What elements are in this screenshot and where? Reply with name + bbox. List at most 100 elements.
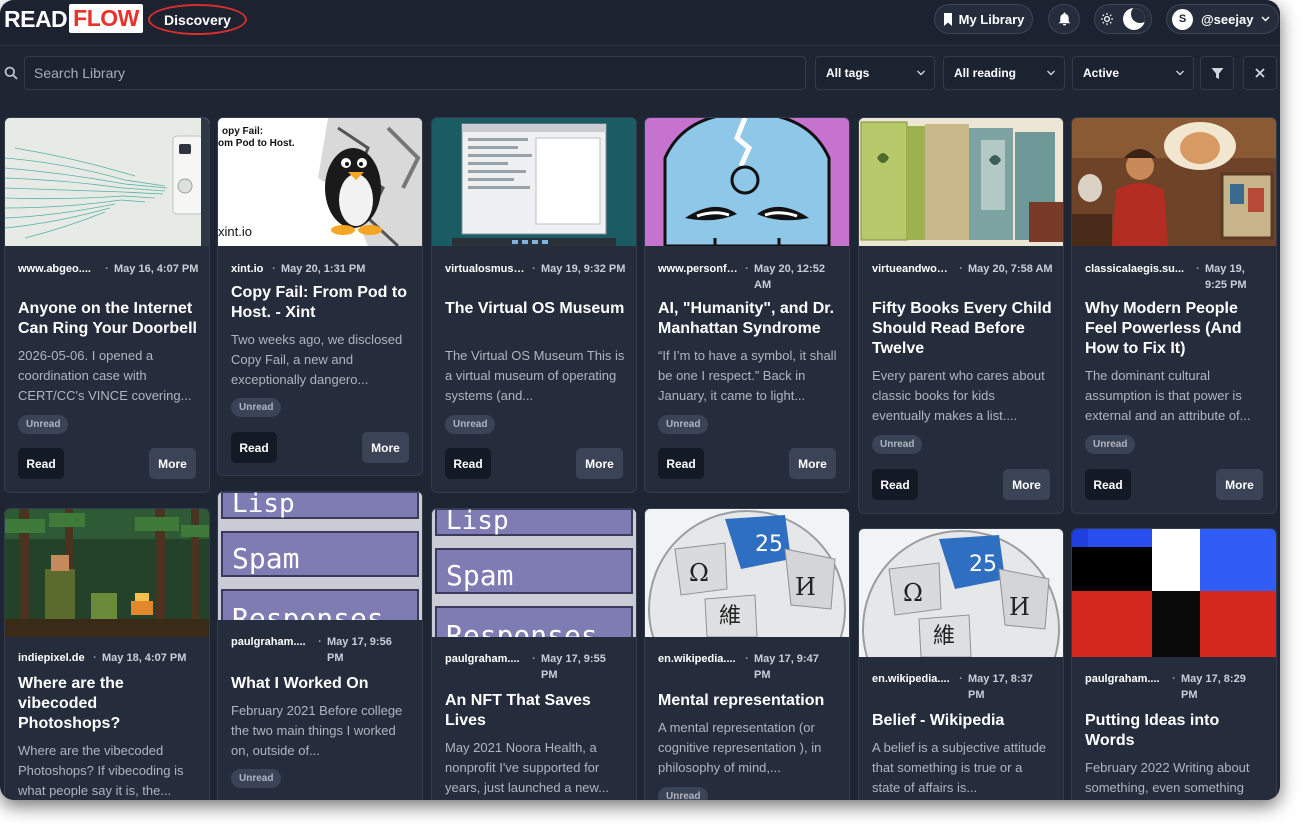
status-badge: Unread — [231, 398, 282, 417]
read-button[interactable]: Read — [658, 448, 704, 479]
article-card[interactable]: Lisp Spam Responses paulgraham.... · May… — [217, 491, 423, 800]
article-thumbnail[interactable] — [859, 118, 1063, 246]
article-meta: paulgraham.... · May 17, 9:55 PM — [445, 651, 621, 683]
article-title[interactable]: The Virtual OS Museum — [445, 299, 627, 319]
article-card[interactable]: 25 Ω И 維 en.wikipedia.... · May 17, 8:37… — [858, 528, 1064, 800]
article-excerpt: May 2021 Noora Health, a nonprofit I've … — [445, 738, 627, 798]
tags-select[interactable]: All tags — [815, 56, 935, 90]
search-input[interactable] — [24, 56, 806, 90]
article-card[interactable]: www.abgeo.... · May 16, 4:07 PM Anyone o… — [4, 117, 210, 493]
article-thumbnail[interactable] — [1072, 118, 1276, 246]
article-excerpt: 2026-05-06. I opened a coordination case… — [18, 346, 200, 406]
article-thumbnail[interactable]: 25 Ω И 維 — [645, 509, 849, 637]
thumb-text: Spam — [232, 542, 299, 575]
article-thumbnail[interactable]: 25 Ω И 維 — [859, 529, 1063, 657]
article-card[interactable]: classicalaegis.su... · May 19, 9:25 PM W… — [1071, 117, 1277, 514]
more-button[interactable]: More — [1003, 469, 1050, 500]
article-meta: xint.io · May 20, 1:31 PM — [231, 261, 391, 277]
article-card[interactable]: 25 Ω И 維 en.wikipedia.... · May 17, 9:47… — [644, 508, 850, 800]
status-badge: Unread — [658, 787, 709, 800]
more-button[interactable]: More — [149, 448, 196, 479]
my-library-button[interactable]: My Library — [934, 4, 1033, 34]
more-button[interactable]: More — [362, 432, 409, 463]
meta-separator: · — [532, 263, 536, 275]
article-thumbnail[interactable] — [5, 118, 209, 246]
more-button[interactable]: More — [789, 448, 836, 479]
chevron-down-icon — [1261, 16, 1270, 22]
article-card[interactable]: opy Fail: om Pod to Host. xint.io xint.i… — [217, 117, 423, 476]
article-title[interactable]: Mental representation — [658, 691, 840, 711]
article-date: May 17, 8:29 PM — [1181, 673, 1246, 701]
article-thumbnail[interactable] — [645, 118, 849, 246]
reading-select[interactable]: All reading — [943, 56, 1065, 90]
filter-bar: All tags All reading Active — [0, 47, 1280, 100]
thumb-text: 維 — [719, 604, 741, 629]
article-thumbnail[interactable] — [1072, 529, 1276, 657]
article-title[interactable]: Why Modern People Feel Powerless (And Ho… — [1085, 299, 1267, 359]
meta-separator: · — [93, 652, 97, 664]
article-title[interactable]: Fifty Books Every Child Should Read Befo… — [872, 299, 1054, 359]
more-button[interactable]: More — [576, 448, 623, 479]
article-title[interactable]: Belief - Wikipedia — [872, 711, 1054, 731]
article-title[interactable]: Where are the vibecoded Photoshops? — [18, 674, 200, 734]
article-meta: en.wikipedia.... · May 17, 9:47 PM — [658, 651, 834, 683]
meta-separator: · — [105, 263, 109, 275]
read-button[interactable]: Read — [445, 448, 491, 479]
read-button[interactable]: Read — [18, 448, 64, 479]
thumb-text: Lisp — [446, 509, 509, 536]
article-title[interactable]: AI, "Humanity", and Dr. Manhattan Syndro… — [658, 299, 840, 339]
article-title[interactable]: An NFT That Saves Lives — [445, 691, 627, 731]
article-date: May 19, 9:25 PM — [1205, 263, 1247, 291]
article-thumbnail[interactable] — [432, 118, 636, 246]
article-meta: www.abgeo.... · May 16, 4:07 PM — [18, 261, 202, 277]
more-button[interactable]: More — [1216, 469, 1263, 500]
article-source: classicalaegis.su... — [1085, 263, 1185, 275]
filter-button[interactable] — [1200, 56, 1234, 90]
status-badge: Unread — [1085, 435, 1136, 454]
article-thumbnail[interactable]: opy Fail: om Pod to Host. xint.io — [218, 118, 422, 246]
meta-separator: · — [1172, 673, 1176, 685]
thumb-text: Responses — [232, 602, 384, 620]
user-menu[interactable]: S @seejay — [1166, 4, 1279, 34]
read-button[interactable]: Read — [1085, 469, 1131, 500]
article-title[interactable]: What I Worked On — [231, 674, 413, 694]
meta-separator: · — [745, 653, 749, 665]
article-title[interactable]: Putting Ideas into Words — [1085, 711, 1267, 751]
article-title[interactable]: Copy Fail: From Pod to Host. - Xint — [231, 283, 413, 323]
notifications-button[interactable] — [1048, 4, 1080, 34]
article-card[interactable]: Lisp Spam Responses paulgraham.... · May… — [431, 508, 637, 800]
discovery-nav-button[interactable]: Discovery — [148, 4, 247, 35]
avatar: S — [1172, 8, 1193, 30]
article-card[interactable]: virtueandwond... · May 20, 7:58 AM Fifty… — [858, 117, 1064, 514]
theme-toggle[interactable] — [1094, 4, 1152, 34]
thumb-text: Ω — [903, 579, 923, 607]
thumb-text: Responses — [446, 619, 598, 637]
tags-select-value: All tags — [826, 66, 870, 80]
readflow-logo[interactable]: READ FLOW — [2, 4, 143, 33]
article-thumbnail[interactable]: Lisp Spam Responses — [218, 492, 422, 620]
article-thumbnail[interactable] — [5, 509, 209, 637]
meta-separator: · — [959, 673, 963, 685]
status-select[interactable]: Active — [1072, 56, 1194, 90]
clear-filters-button[interactable] — [1243, 56, 1277, 90]
article-excerpt: February 2021 Before college the two mai… — [231, 701, 413, 761]
article-excerpt-text: Every parent who cares about classic boo… — [872, 368, 1045, 423]
article-thumbnail[interactable]: Lisp Spam Responses — [432, 509, 636, 637]
article-date: May 19, 9:32 PM — [541, 263, 626, 275]
article-title[interactable]: Anyone on the Internet Can Ring Your Doo… — [18, 299, 200, 339]
logo-read: READ — [2, 4, 70, 33]
moon-icon — [1123, 8, 1145, 30]
read-button[interactable]: Read — [872, 469, 918, 500]
article-excerpt-text: 2026-05-06. I opened a coordination case… — [18, 348, 192, 403]
reading-select-value: All reading — [954, 66, 1017, 80]
article-card[interactable]: www.personfa... · May 20, 12:52 AM AI, "… — [644, 117, 850, 493]
sun-icon — [1101, 13, 1113, 25]
article-card[interactable]: indiepixel.de · May 18, 4:07 PM Where ar… — [4, 508, 210, 800]
thumb-text: Spam — [446, 559, 513, 592]
article-card[interactable]: virtualosmuse... · May 19, 9:32 PM The V… — [431, 117, 637, 493]
article-card[interactable]: paulgraham.... · May 17, 8:29 PM Putting… — [1071, 528, 1277, 800]
menu-screenshot-illustration: Lisp Spam Responses — [432, 509, 636, 637]
article-excerpt: Where are the vibecoded Photoshops? If v… — [18, 741, 200, 800]
article-meta: paulgraham.... · May 17, 8:29 PM — [1085, 671, 1261, 703]
read-button[interactable]: Read — [231, 432, 277, 463]
